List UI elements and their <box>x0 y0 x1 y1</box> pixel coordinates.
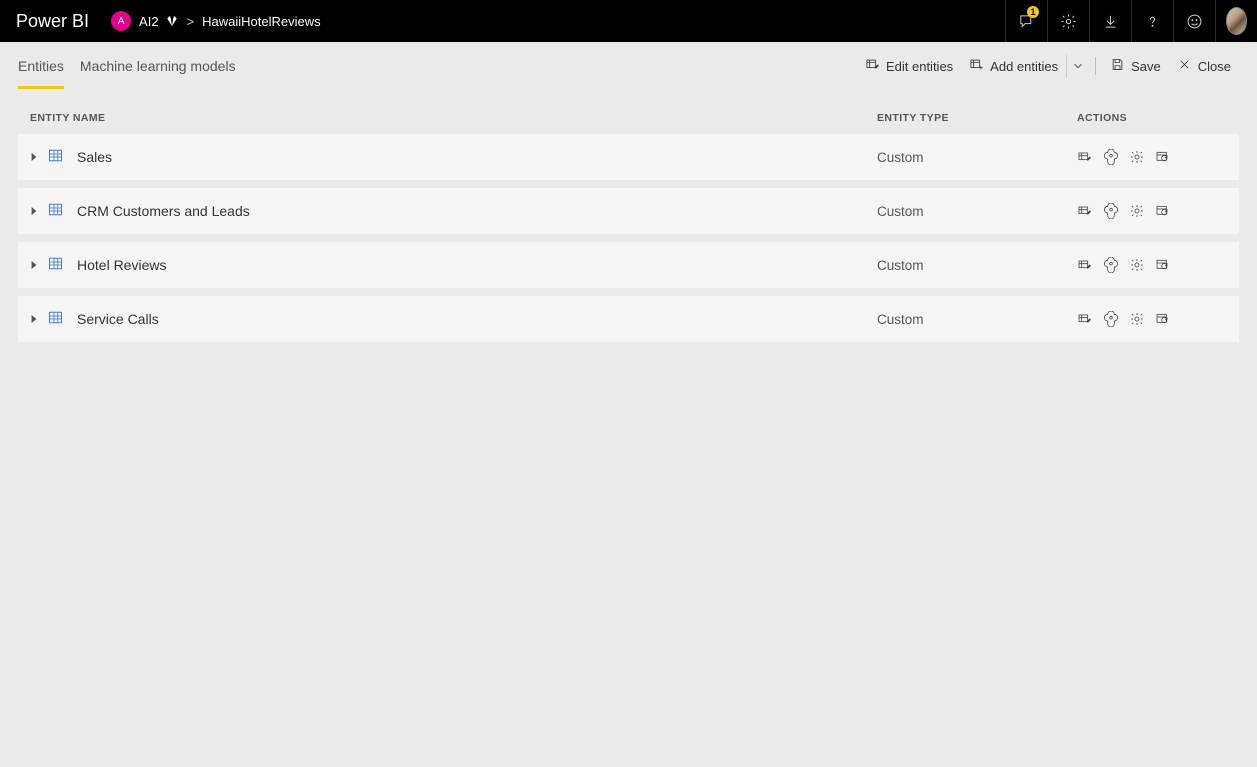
app-header: Power BI A AI2 > HawaiiHotelReviews 1 <box>0 0 1257 42</box>
account-button[interactable] <box>1215 0 1257 42</box>
tab-ml-models[interactable]: Machine learning models <box>80 44 236 89</box>
tab-entities[interactable]: Entities <box>18 44 64 89</box>
add-entities-dropdown[interactable] <box>1066 55 1089 78</box>
ai-insights-icon[interactable] <box>1103 149 1119 165</box>
settings-icon[interactable] <box>1129 257 1145 273</box>
refresh-icon[interactable] <box>1155 149 1171 165</box>
rename-icon[interactable] <box>1077 311 1093 327</box>
download-button[interactable] <box>1089 0 1131 42</box>
settings-icon[interactable] <box>1129 203 1145 219</box>
entity-row[interactable]: Sales Custom <box>18 134 1239 180</box>
refresh-icon[interactable] <box>1155 203 1171 219</box>
save-icon <box>1110 57 1125 75</box>
settings-icon[interactable] <box>1129 311 1145 327</box>
close-label: Close <box>1198 59 1231 74</box>
expand-icon[interactable] <box>30 258 38 273</box>
col-header-type: ENTITY TYPE <box>877 112 1077 124</box>
expand-icon[interactable] <box>30 312 38 327</box>
brand-title: Power BI <box>16 11 89 32</box>
breadcrumb-separator: > <box>187 14 195 29</box>
table-icon <box>48 256 63 274</box>
close-button[interactable]: Close <box>1169 53 1239 79</box>
expand-icon[interactable] <box>30 150 38 165</box>
settings-icon[interactable] <box>1129 149 1145 165</box>
tabs: Entities Machine learning models <box>18 44 236 89</box>
add-entities-button[interactable]: Add entities <box>961 53 1066 79</box>
toolbar-separator <box>1095 57 1096 75</box>
notification-badge: 1 <box>1027 6 1039 18</box>
rename-icon[interactable] <box>1077 149 1093 165</box>
table-icon <box>48 202 63 220</box>
close-icon <box>1177 57 1192 75</box>
ai-insights-icon[interactable] <box>1103 203 1119 219</box>
ai-insights-icon[interactable] <box>1103 257 1119 273</box>
list-header: ENTITY NAME ENTITY TYPE ACTIONS <box>18 104 1239 134</box>
entity-type: Custom <box>877 312 1077 327</box>
col-header-name: ENTITY NAME <box>30 112 877 124</box>
add-entities-label: Add entities <box>990 59 1058 74</box>
table-icon <box>48 148 63 166</box>
col-header-actions: ACTIONS <box>1077 112 1227 124</box>
expand-icon[interactable] <box>30 204 38 219</box>
refresh-icon[interactable] <box>1155 311 1171 327</box>
breadcrumb-item[interactable]: HawaiiHotelReviews <box>202 14 321 29</box>
entity-row[interactable]: Hotel Reviews Custom <box>18 242 1239 288</box>
content-area: ENTITY NAME ENTITY TYPE ACTIONS Sales Cus… <box>0 90 1257 364</box>
workspace-name[interactable]: AI2 <box>139 14 159 29</box>
settings-button[interactable] <box>1047 0 1089 42</box>
rename-icon[interactable] <box>1077 257 1093 273</box>
entity-name: CRM Customers and Leads <box>77 203 250 219</box>
entity-type: Custom <box>877 258 1077 273</box>
ai-insights-icon[interactable] <box>1103 311 1119 327</box>
diamond-icon <box>165 14 179 28</box>
entity-list: Sales Custom CRM Customers and Leads Custom… <box>18 134 1239 342</box>
refresh-icon[interactable] <box>1155 257 1171 273</box>
save-label: Save <box>1131 59 1161 74</box>
entity-name: Service Calls <box>77 311 159 327</box>
entity-row[interactable]: CRM Customers and Leads Custom <box>18 188 1239 234</box>
page-toolbar: Entities Machine learning models Edit en… <box>0 42 1257 90</box>
edit-entities-icon <box>865 57 880 75</box>
avatar <box>1226 7 1247 35</box>
edit-entities-button[interactable]: Edit entities <box>857 53 961 79</box>
entity-type: Custom <box>877 204 1077 219</box>
entity-type: Custom <box>877 150 1077 165</box>
entity-name: Sales <box>77 149 112 165</box>
notifications-button[interactable]: 1 <box>1005 0 1047 42</box>
table-icon <box>48 310 63 328</box>
feedback-button[interactable] <box>1173 0 1215 42</box>
entity-row[interactable]: Service Calls Custom <box>18 296 1239 342</box>
add-entities-icon <box>969 57 984 75</box>
entity-name: Hotel Reviews <box>77 257 166 273</box>
edit-entities-label: Edit entities <box>886 59 953 74</box>
help-button[interactable] <box>1131 0 1173 42</box>
save-button[interactable]: Save <box>1102 53 1169 79</box>
workspace-badge[interactable]: A <box>111 11 131 31</box>
rename-icon[interactable] <box>1077 203 1093 219</box>
